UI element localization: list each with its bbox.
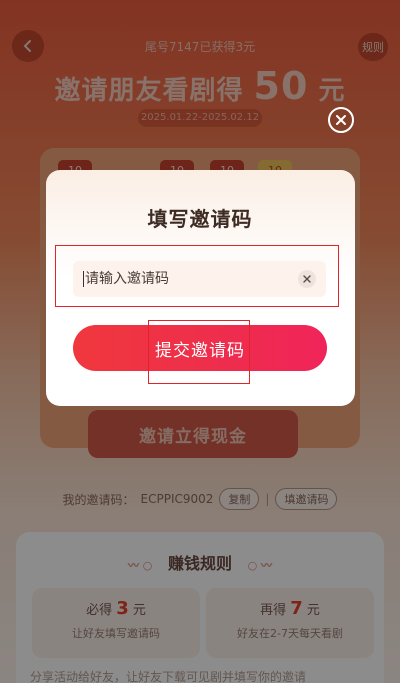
submit-highlight-frame — [148, 320, 250, 384]
invite-code-input[interactable] — [85, 261, 285, 297]
dialog-title: 填写邀请码 — [147, 207, 253, 231]
close-icon — [336, 115, 346, 125]
invite-code-field[interactable] — [73, 261, 326, 297]
close-button[interactable] — [328, 107, 354, 133]
clear-icon — [303, 275, 311, 283]
text-caret — [83, 271, 84, 287]
clear-button[interactable] — [298, 270, 316, 288]
